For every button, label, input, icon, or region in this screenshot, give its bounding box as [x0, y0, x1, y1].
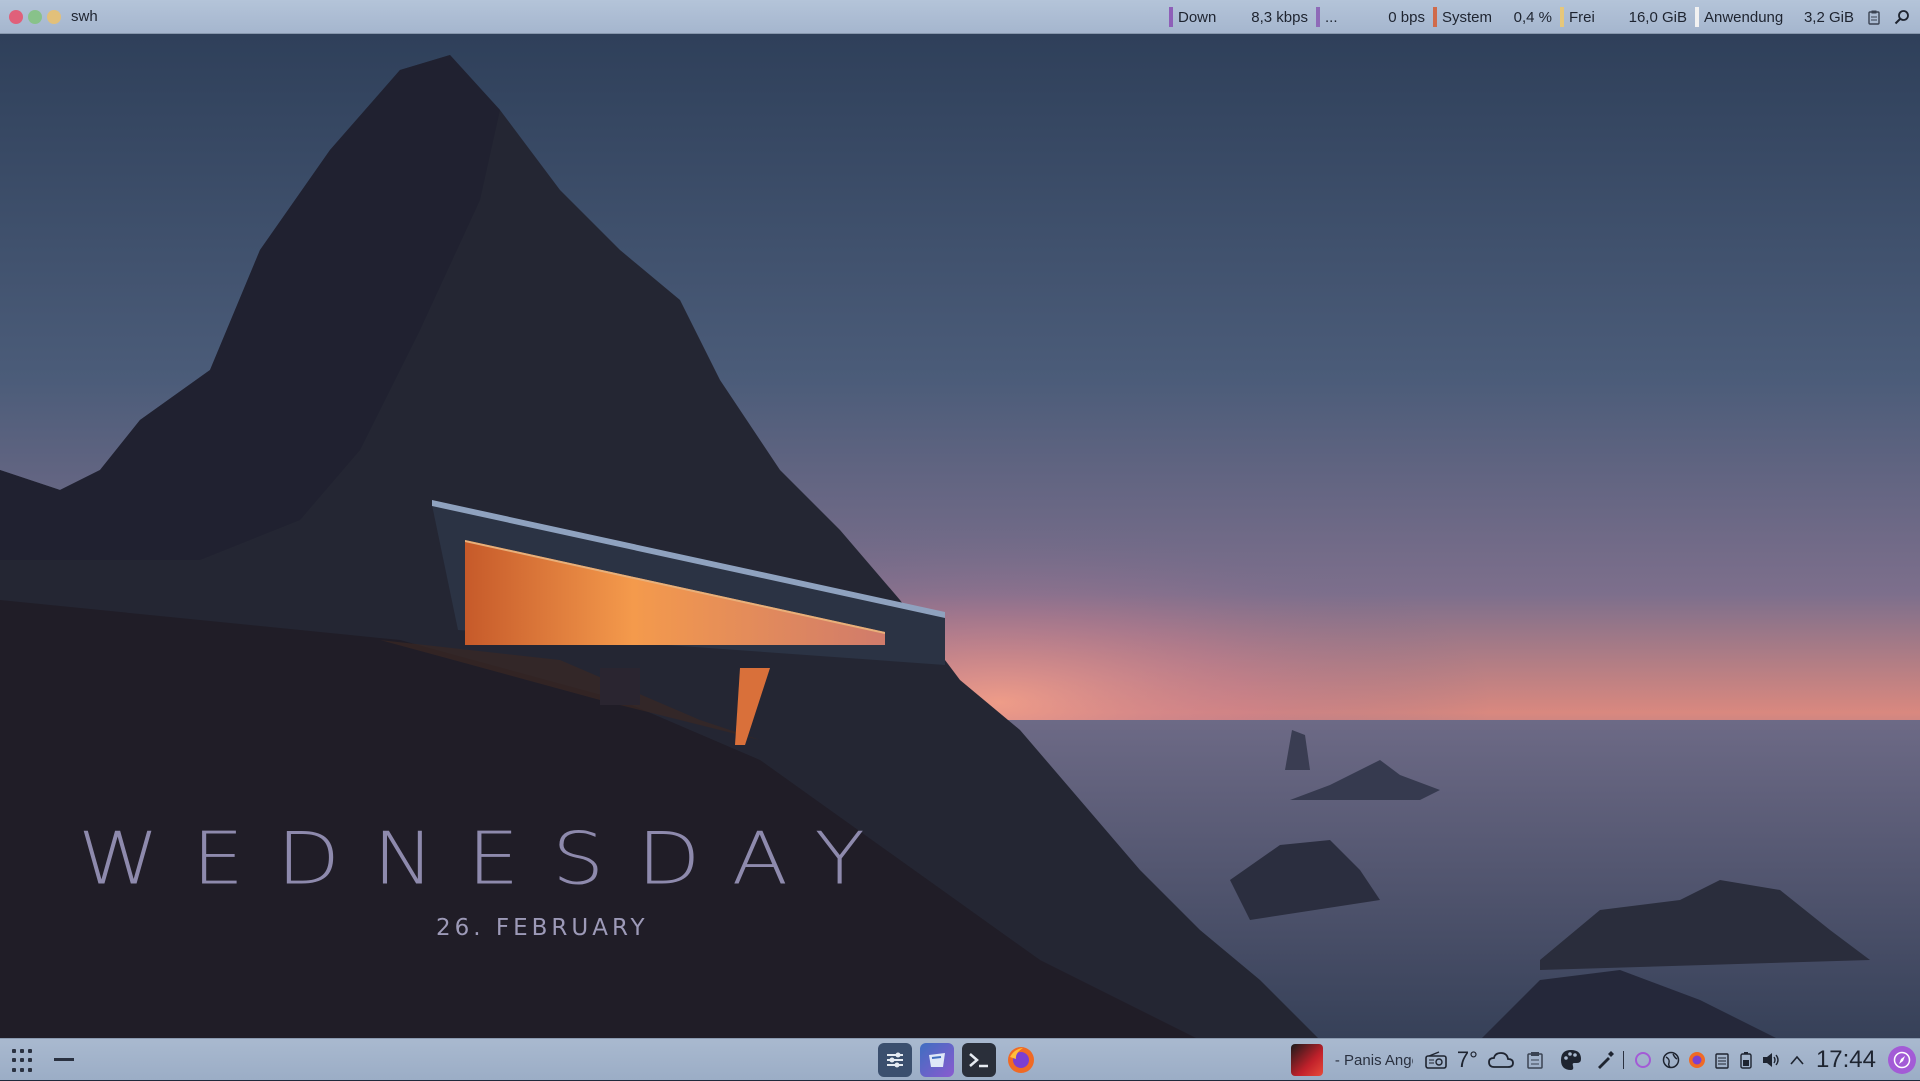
bottom-panel: - Panis Angelicus 7° — [0, 1038, 1920, 1080]
terminal-icon[interactable] — [962, 1043, 996, 1077]
vpn-globe-icon[interactable] — [1658, 1039, 1684, 1081]
color-palette-icon[interactable] — [1552, 1039, 1590, 1081]
minimize-window-button[interactable] — [28, 9, 42, 24]
window-title: swh — [71, 8, 98, 25]
monitor-label: System — [1442, 8, 1493, 26]
status-circle-icon[interactable] — [1628, 1039, 1658, 1081]
volume-icon[interactable] — [1758, 1039, 1784, 1081]
system-settings-icon[interactable] — [878, 1043, 912, 1077]
compass-menu-icon[interactable] — [1884, 1039, 1920, 1081]
desktop-wallpaper — [0, 0, 1920, 1080]
monitor-color-bar — [1433, 7, 1437, 27]
monitor-memory-free[interactable]: Frei 16,0 GiB — [1560, 0, 1687, 34]
monitor-memory-apps[interactable]: Anwendung 3,2 GiB — [1695, 0, 1854, 34]
monitor-network-up[interactable]: ... 0 bps — [1316, 0, 1425, 34]
clipboard-tray-icon[interactable] — [1518, 1039, 1552, 1081]
monitor-network-down[interactable]: Down 8,3 kbps — [1169, 0, 1308, 34]
monitor-label: Frei — [1569, 8, 1595, 26]
battery-icon[interactable] — [1734, 1039, 1758, 1081]
firefox-tray-icon[interactable] — [1684, 1039, 1710, 1081]
monitor-label: ... — [1325, 8, 1338, 26]
wallpaper-day-name: WEDNESDAY — [78, 817, 898, 901]
weather-temperature[interactable]: 7° — [1457, 1047, 1478, 1073]
firefox-icon[interactable] — [1004, 1043, 1038, 1077]
monitor-color-bar — [1316, 7, 1320, 27]
search-icon[interactable] — [1888, 9, 1916, 25]
top-panel: swh Down 8,3 kbps ... 0 bps System 0,4 %… — [0, 0, 1920, 34]
maximize-window-button[interactable] — [47, 9, 61, 24]
media-title[interactable]: - Panis Angelicus — [1335, 1052, 1413, 1069]
wallpaper-date: 26. FEBRUARY — [436, 915, 649, 941]
chevron-up-icon[interactable] — [1784, 1039, 1810, 1081]
monitor-value: 16,0 GiB — [1628, 8, 1687, 26]
system-monitor[interactable]: Down 8,3 kbps ... 0 bps System 0,4 % Fre… — [1169, 0, 1920, 34]
notes-icon[interactable] — [1710, 1039, 1734, 1081]
monitor-label: Anwendung — [1704, 8, 1784, 26]
window-controls — [9, 9, 61, 24]
monitor-color-bar — [1695, 7, 1699, 27]
app-launcher-grid-icon[interactable] — [12, 1049, 36, 1073]
monitor-color-bar — [1560, 7, 1564, 27]
monitor-value: 8,3 kbps — [1251, 8, 1308, 26]
monitor-color-bar — [1169, 7, 1173, 27]
monitor-value: 0,4 % — [1513, 8, 1552, 26]
monitor-value: 0 bps — [1388, 8, 1425, 26]
clipboard-icon[interactable] — [1860, 9, 1888, 25]
show-desktop-button[interactable] — [54, 1058, 74, 1061]
radio-icon[interactable] — [1421, 1039, 1451, 1081]
task-manager — [878, 1043, 1038, 1077]
monitor-value: 3,2 GiB — [1803, 8, 1854, 26]
close-window-button[interactable] — [9, 9, 23, 24]
color-picker-icon[interactable] — [1590, 1039, 1620, 1081]
discover-icon[interactable] — [920, 1043, 954, 1077]
system-tray: - Panis Angelicus 7° — [1290, 1039, 1920, 1081]
clock[interactable]: 17:44 — [1816, 1046, 1876, 1074]
tray-separator — [1620, 1039, 1628, 1081]
monitor-cpu[interactable]: System 0,4 % — [1433, 0, 1552, 34]
monitor-label: Down — [1178, 8, 1217, 26]
cloud-weather-icon[interactable] — [1484, 1039, 1518, 1081]
media-album-art[interactable] — [1290, 1044, 1323, 1076]
